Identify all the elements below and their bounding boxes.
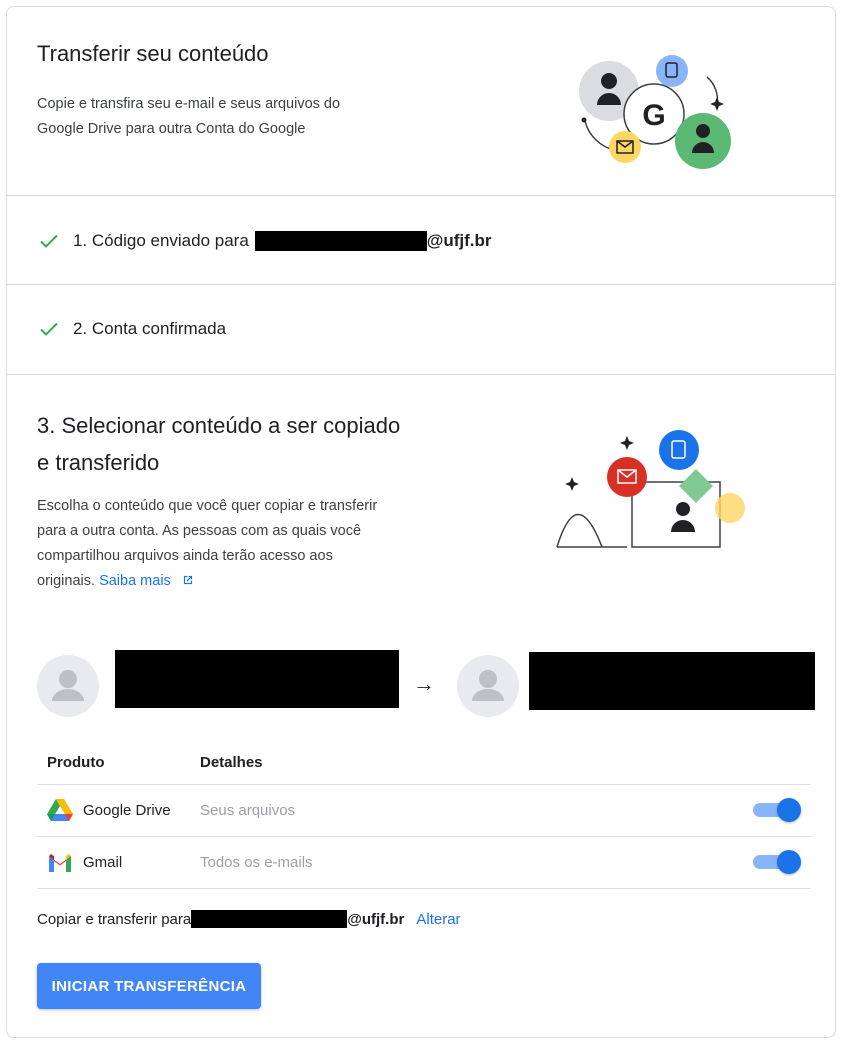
page-description: Copie e transfira seu e-mail e seus arqu… [37, 96, 341, 137]
svg-text:G: G [642, 99, 665, 132]
gmail-toggle[interactable] [753, 850, 801, 874]
transfer-card: Transferir seu conteúdo Copie e transfir… [6, 6, 836, 1038]
divider [7, 284, 835, 285]
table-row: Google Drive Seus arquivos [37, 783, 811, 836]
redacted-email [254, 231, 427, 251]
check-icon [40, 322, 58, 336]
step-label: 1. Código enviado para [73, 231, 249, 250]
google-drive-icon [47, 799, 73, 821]
product-details: Todos os e-mails [200, 835, 731, 889]
table-row: Gmail Todos os e-mails [37, 835, 811, 889]
redacted-destination-account [529, 652, 815, 710]
redacted-source-account [115, 650, 399, 708]
transfer-illustration: G [579, 55, 731, 169]
divider [7, 374, 835, 375]
divider [7, 195, 835, 196]
step-label: 2. Conta confirmada [73, 319, 227, 338]
content-illustration [556, 430, 745, 548]
step-code-sent: 1. Código enviado para @ufjf.br [37, 229, 492, 253]
product-name: Google Drive [83, 801, 171, 819]
google-drive-toggle[interactable] [753, 798, 801, 822]
arrow-right-icon: → [413, 671, 435, 696]
table-header-row: Produto Detalhes [37, 742, 811, 784]
external-link-icon [183, 575, 192, 585]
select-content-description: Escolha o conteúdo que você quer copiar … [37, 498, 378, 589]
copy-destination: Copiar e transferir para @ufjf.br Altera… [37, 910, 461, 928]
column-header-product: Produto [47, 754, 105, 772]
page-title: Transferir seu conteúdo [37, 41, 269, 66]
learn-more-link[interactable]: Saiba mais [99, 573, 195, 589]
step-account-confirmed: 2. Conta confirmada [37, 317, 226, 341]
product-details: Seus arquivos [200, 783, 731, 836]
source-avatar [37, 655, 99, 717]
check-icon [40, 234, 58, 248]
email-suffix: @ufjf.br [347, 910, 405, 928]
product-name: Gmail [83, 853, 123, 871]
destination-avatar [457, 655, 519, 717]
product-table: Produto Detalhes Google Drive Seus arqui… [37, 742, 811, 889]
copy-prefix: Copiar e transferir para [37, 910, 192, 928]
change-destination-link[interactable]: Alterar [416, 911, 460, 928]
column-header-details: Detalhes [200, 754, 263, 772]
redacted-email [191, 910, 348, 928]
email-suffix: @ufjf.br [426, 231, 492, 250]
gmail-icon [49, 854, 71, 872]
start-transfer-button[interactable]: INICIAR TRANSFERÊNCIA [37, 963, 261, 1009]
select-content-title: 3. Selecionar conteúdo a ser copiado e t… [37, 413, 401, 475]
